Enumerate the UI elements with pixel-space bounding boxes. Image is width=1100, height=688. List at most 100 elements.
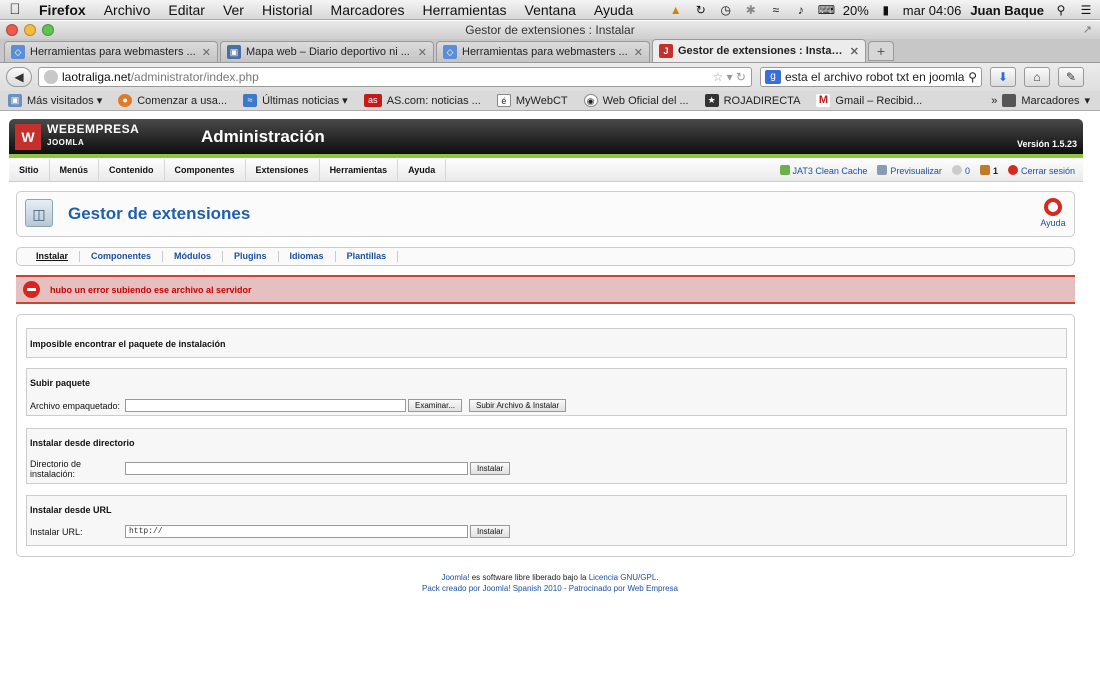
site-identity-icon[interactable] (44, 70, 58, 84)
tab-mapa-web[interactable]: ▣ Mapa web – Diario deportivo ni ... ✕ (220, 41, 434, 62)
close-tab-icon[interactable]: ✕ (418, 46, 427, 59)
license-link[interactable]: Licencia GNU/GPL. (589, 573, 659, 582)
search-query: esta el archivo robot txt en joomla (785, 70, 965, 84)
menu-menus[interactable]: Menús (50, 158, 100, 182)
bookmarks-menu[interactable]: » Marcadores ▾ (991, 94, 1090, 107)
chevron-right-icon[interactable]: » (991, 95, 997, 107)
tab-webmasters-2[interactable]: ◇ Herramientas para webmasters ... ✕ (436, 41, 650, 62)
menu-contenido[interactable]: Contenido (99, 158, 165, 182)
notification-list-icon[interactable]: ☰ (1078, 3, 1094, 17)
wifi-icon[interactable]: ≈ (768, 3, 784, 17)
menu-historial[interactable]: Historial (253, 2, 322, 18)
footer-line-2[interactable]: Pack creado por Joomla! Spanish 2010 - P… (0, 583, 1100, 594)
close-window-button[interactable] (6, 24, 18, 36)
bookmark-comenzar[interactable]: ● Comenzar a usa... (118, 94, 227, 107)
close-tab-icon[interactable]: ✕ (634, 46, 643, 59)
bookmark-label: Últimas noticias (262, 94, 340, 107)
bookmark-mywebct[interactable]: é MyWebCT (496, 94, 568, 107)
tools-button[interactable]: ✎ (1058, 67, 1084, 87)
menu-extensiones[interactable]: Extensiones (246, 158, 320, 182)
subnav-componentes[interactable]: Componentes (80, 251, 164, 262)
browse-button[interactable]: Examinar... (408, 399, 463, 412)
directory-label: Directorio de instalación: (30, 459, 82, 479)
clock[interactable]: mar 04:06 (903, 3, 962, 18)
user-name[interactable]: Juan Baque (970, 3, 1044, 18)
folder-icon: ▣ (8, 94, 22, 107)
bookmark-web-oficial[interactable]: ◉ Web Oficial del ... (583, 94, 689, 107)
window-title: Gestor de extensiones : Instalar (465, 23, 635, 37)
volume-icon[interactable]: ♪ (793, 3, 809, 17)
keyboard-icon[interactable]: ⌨ (818, 3, 835, 17)
sync-icon[interactable]: ↻ (693, 3, 709, 17)
install-url-input[interactable]: http:// (125, 525, 468, 538)
subnav-plantillas[interactable]: Plantillas (336, 251, 399, 262)
menu-ayuda[interactable]: Ayuda (398, 158, 447, 182)
close-tab-icon[interactable]: ✕ (850, 45, 859, 58)
preview-link[interactable]: Previsualizar (877, 165, 942, 176)
tab-webmasters-1[interactable]: ◇ Herramientas para webmasters ... ✕ (4, 41, 218, 62)
search-icon[interactable]: ⚲ (968, 70, 977, 84)
upload-install-button[interactable]: Subir Archivo & Instalar (469, 399, 567, 412)
menu-ventana[interactable]: Ventana (516, 2, 585, 18)
club-badge-icon: ◉ (583, 94, 598, 107)
url-bar[interactable]: laotraliga.net/administrator/index.php ☆… (38, 67, 752, 87)
messages-count[interactable]: 0 (951, 165, 970, 176)
messages-icon (951, 165, 962, 175)
menu-ayuda[interactable]: Ayuda (585, 2, 642, 18)
minimize-window-button[interactable] (24, 24, 36, 36)
webempresa-logo-icon[interactable]: W (15, 124, 41, 150)
subnav-plugins[interactable]: Plugins (223, 251, 279, 262)
users-count[interactable]: 1 (979, 165, 998, 176)
warning-icon[interactable]: ▲ (668, 3, 684, 17)
bookmark-star-icon[interactable]: ☆ ▾ ↻ (712, 70, 746, 84)
install-url-button[interactable]: Instalar (470, 525, 511, 538)
menu-archivo[interactable]: Archivo (95, 2, 160, 18)
url-legend: Instalar desde URL (30, 505, 112, 515)
google-search-engine-icon[interactable]: g (765, 70, 781, 84)
install-directory-button[interactable]: Instalar (470, 462, 511, 475)
menu-herramientas[interactable]: Herramientas (413, 2, 515, 18)
firefox-icon: ● (118, 94, 133, 107)
cache-icon (779, 165, 790, 175)
help-button[interactable]: Ayuda (1040, 198, 1066, 228)
home-button[interactable]: ⌂ (1024, 67, 1050, 87)
menu-marcadores[interactable]: Marcadores (322, 2, 414, 18)
clean-cache-link[interactable]: JAT3 Clean Cache (779, 165, 867, 176)
downloads-button[interactable]: ⬇ (990, 67, 1016, 87)
subnav-idiomas[interactable]: Idiomas (279, 251, 336, 262)
bluetooth-icon[interactable]: ✱ (743, 3, 759, 17)
new-tab-button[interactable]: + (868, 41, 894, 61)
help-label: Ayuda (1040, 218, 1066, 228)
menu-herramientas[interactable]: Herramientas (320, 158, 399, 182)
close-tab-icon[interactable]: ✕ (202, 46, 211, 59)
battery-percent[interactable]: 20% (843, 3, 869, 18)
time-machine-icon[interactable]: ◷ (718, 3, 734, 17)
brand-name: WEBEMPRESA (47, 122, 140, 136)
bookmark-rojadirecta[interactable]: ★ ROJADIRECTA (704, 94, 800, 107)
bookmark-gmail[interactable]: M Gmail – Recibid... (816, 94, 922, 107)
logout-link[interactable]: Cerrar sesión (1007, 165, 1075, 176)
bookmark-as-com[interactable]: as AS.com: noticias ... (363, 94, 481, 107)
menu-ver[interactable]: Ver (214, 2, 253, 18)
bookmark-ultimas-noticias[interactable]: ≈ Últimas noticias ▾ (243, 94, 348, 107)
tab-gestor-extensiones[interactable]: J Gestor de extensiones : Instalar ✕ (652, 39, 866, 62)
menu-app-name[interactable]: Firefox (30, 2, 95, 18)
subnav-instalar[interactable]: Instalar (25, 251, 81, 262)
directory-fieldset: Instalar desde directorio Directorio de … (26, 428, 1067, 484)
install-directory-input[interactable] (125, 462, 468, 475)
bookmark-mas-visitados[interactable]: ▣ Más visitados ▾ (8, 94, 102, 107)
apple-icon[interactable]:  (0, 1, 30, 18)
package-file-input[interactable] (125, 399, 406, 412)
fullscreen-icon[interactable]: ↗ (1083, 23, 1092, 36)
joomla-link[interactable]: Joomla! (441, 573, 469, 582)
menu-sitio[interactable]: Sitio (9, 158, 50, 182)
menu-editar[interactable]: Editar (159, 2, 214, 18)
battery-icon: ▮ (882, 3, 890, 17)
back-button[interactable]: ◀ (6, 67, 32, 87)
brand: WEBEMPRESA JOOMLA (47, 123, 139, 149)
subnav-modulos[interactable]: Módulos (163, 251, 224, 262)
search-bar[interactable]: g esta el archivo robot txt en joomla ⚲ (760, 67, 982, 87)
spotlight-icon[interactable]: ⚲ (1053, 3, 1069, 17)
zoom-window-button[interactable] (42, 24, 54, 36)
menu-componentes[interactable]: Componentes (165, 158, 246, 182)
